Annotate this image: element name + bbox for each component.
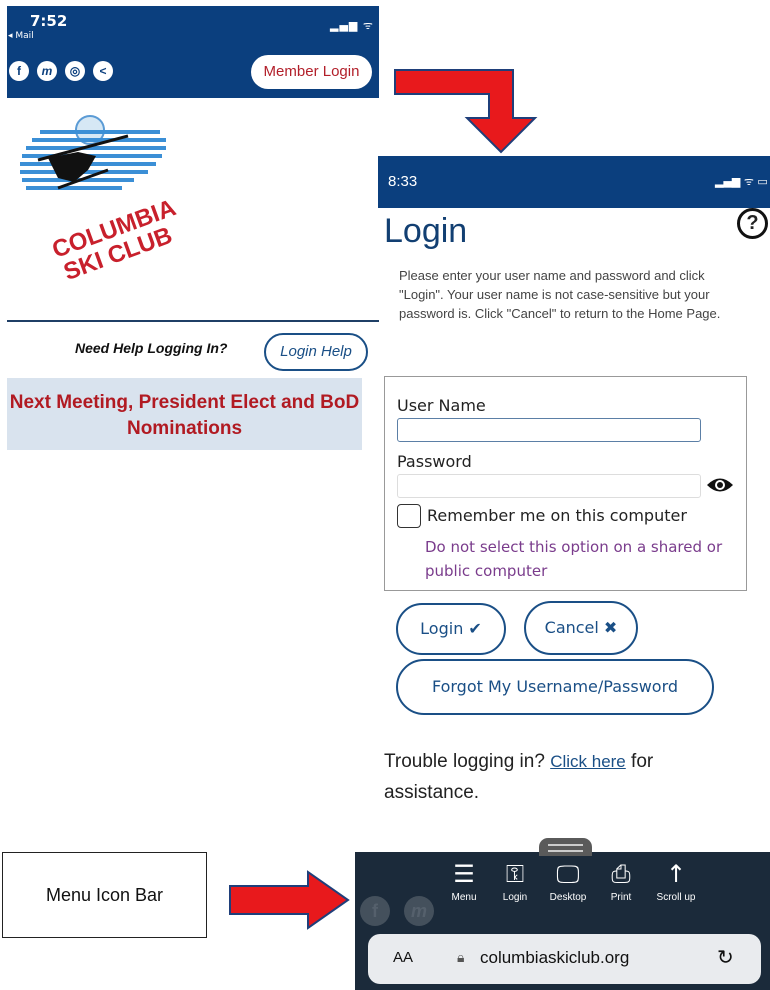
password-label: Password (397, 452, 472, 471)
menu-item-desktop[interactable]: 🖵 Desktop (538, 858, 598, 903)
status-icons: ▂▄▆ ᯤ ▭ (330, 19, 390, 32)
password-input[interactable] (397, 474, 701, 498)
drawer-handle[interactable] (539, 838, 592, 856)
red-arrow-icon (228, 870, 350, 930)
page-title: Login (384, 212, 468, 250)
share-icon[interactable]: < (93, 61, 113, 81)
facebook-icon: f (360, 896, 390, 926)
meetup-icon[interactable]: m (37, 61, 57, 81)
back-to-mail-link[interactable]: ◂ Mail (8, 31, 34, 41)
forgot-credentials-button[interactable]: Forgot My Username/Password (396, 659, 714, 715)
menu-item-print[interactable]: ⎙ Print (591, 858, 651, 903)
login-button[interactable]: Login ✔ (396, 603, 506, 655)
trouble-text: Trouble logging in? Click here for assis… (384, 746, 744, 808)
meeting-banner[interactable]: Next Meeting, President Elect and BoD No… (7, 378, 362, 450)
trouble-prefix: Trouble logging in? (384, 751, 551, 772)
text-size-button[interactable]: AA (393, 949, 413, 966)
cancel-button[interactable]: Cancel ✖ (524, 601, 638, 655)
red-arrow-icon (393, 66, 548, 156)
menu-item-label: Scroll up (656, 892, 696, 903)
remember-me-label[interactable]: Remember me on this computer (427, 506, 687, 525)
username-label: User Name (397, 396, 486, 415)
lock-icon: 🔒︎ (457, 950, 465, 966)
login-status-bar (378, 156, 770, 208)
reload-icon[interactable]: ↻ (717, 945, 734, 969)
url-text[interactable]: columbiaskiclub.org (480, 948, 629, 968)
club-logo: COLUMBIA SKI CLUB (18, 100, 198, 286)
menu-item-scroll-up[interactable]: ↑ Scroll up (646, 858, 706, 903)
status-icons: ▂▄▆ ᯤ ▭ (715, 175, 768, 188)
menu-item-login[interactable]: ⚿ Login (485, 858, 545, 903)
status-time: 8:33 (388, 173, 418, 190)
show-password-eye-icon[interactable] (706, 476, 734, 494)
instagram-icon[interactable]: ◎ (65, 61, 85, 81)
divider (7, 320, 379, 322)
facebook-icon[interactable]: f (9, 61, 29, 81)
key-icon: ⚿ (505, 860, 525, 888)
status-time: 7:52 (30, 12, 68, 30)
help-question-text: Need Help Logging In? (75, 340, 228, 356)
username-input[interactable] (397, 418, 701, 442)
arrow-up-icon: ↑ (665, 860, 687, 888)
menu-item-label: Print (610, 892, 632, 903)
menu-item-label: Login (502, 892, 528, 903)
help-icon[interactable]: ? (737, 208, 768, 239)
meetup-icon: m (404, 896, 434, 926)
login-instructions: Please enter your user name and password… (399, 268, 721, 321)
shared-computer-warning: Do not select this option on a shared or… (425, 538, 723, 580)
menu-item-label: Desktop (549, 892, 587, 903)
desktop-icon: 🖵 (556, 860, 580, 888)
printer-icon: ⎙ (611, 860, 631, 888)
assistance-link[interactable]: Click here (550, 752, 626, 771)
member-login-button[interactable]: Member Login (251, 55, 372, 89)
login-help-button[interactable]: Login Help (264, 333, 368, 371)
remember-me-checkbox[interactable] (397, 504, 421, 528)
handle-grip-line (548, 844, 583, 846)
handle-grip-line (548, 850, 583, 852)
menu-icon-bar-callout: Menu Icon Bar (2, 852, 207, 938)
